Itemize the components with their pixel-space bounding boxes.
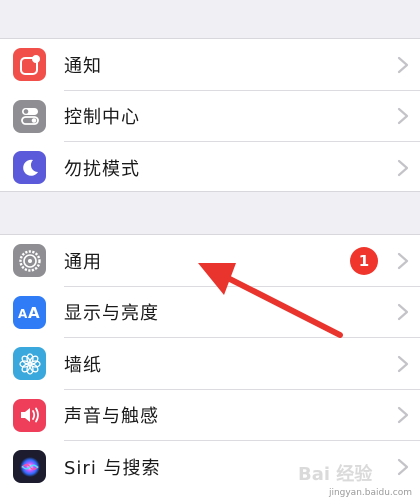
settings-row-label: 墙纸 [64, 354, 102, 376]
settings-row-label: 显示与亮度 [64, 303, 159, 325]
display-brightness-icon: A A [13, 295, 46, 329]
settings-row-label: Siri 与搜索 [64, 457, 161, 479]
notification-badge: 1 [350, 246, 378, 275]
watermark-url: jingyan.baidu.com [328, 488, 412, 498]
settings-row-label: 勿扰模式 [64, 158, 140, 180]
settings-row-control-center[interactable]: 控制中心 [0, 91, 420, 142]
speaker-icon [13, 398, 46, 432]
chevron-right-icon [397, 108, 409, 125]
svg-text:A: A [28, 304, 40, 322]
chevron-right-icon [397, 407, 409, 424]
moon-icon [13, 151, 46, 185]
settings-row-do-not-disturb[interactable]: 勿扰模式 [0, 142, 420, 194]
chevron-right-icon [397, 159, 409, 176]
notification-icon [13, 48, 46, 82]
settings-row-label: 通用 [64, 251, 102, 273]
settings-row-wallpaper[interactable]: 墙纸 [0, 338, 420, 390]
settings-row-label: 通知 [64, 55, 102, 77]
settings-row-label: 声音与触感 [64, 406, 159, 428]
control-center-icon [13, 99, 46, 133]
siri-icon [13, 450, 46, 484]
wallpaper-flower-icon [13, 347, 46, 381]
settings-group-1: 通知 控制中心 勿扰模式 [0, 38, 420, 192]
gear-icon [13, 244, 46, 278]
settings-row-general[interactable]: 通用 1 [0, 235, 420, 287]
settings-row-label: 控制中心 [64, 107, 140, 129]
chevron-right-icon [397, 355, 409, 372]
svg-text:Bai 经验: Bai 经验 [298, 463, 373, 485]
svg-text:A: A [18, 307, 28, 321]
chevron-right-icon [397, 56, 409, 73]
settings-row-notifications[interactable]: 通知 [0, 39, 420, 91]
chevron-right-icon [397, 304, 409, 321]
settings-row-sounds-haptics[interactable]: 声音与触感 [0, 390, 420, 441]
chevron-right-icon [397, 252, 409, 269]
settings-row-display-brightness[interactable]: A A 显示与亮度 [0, 287, 420, 338]
